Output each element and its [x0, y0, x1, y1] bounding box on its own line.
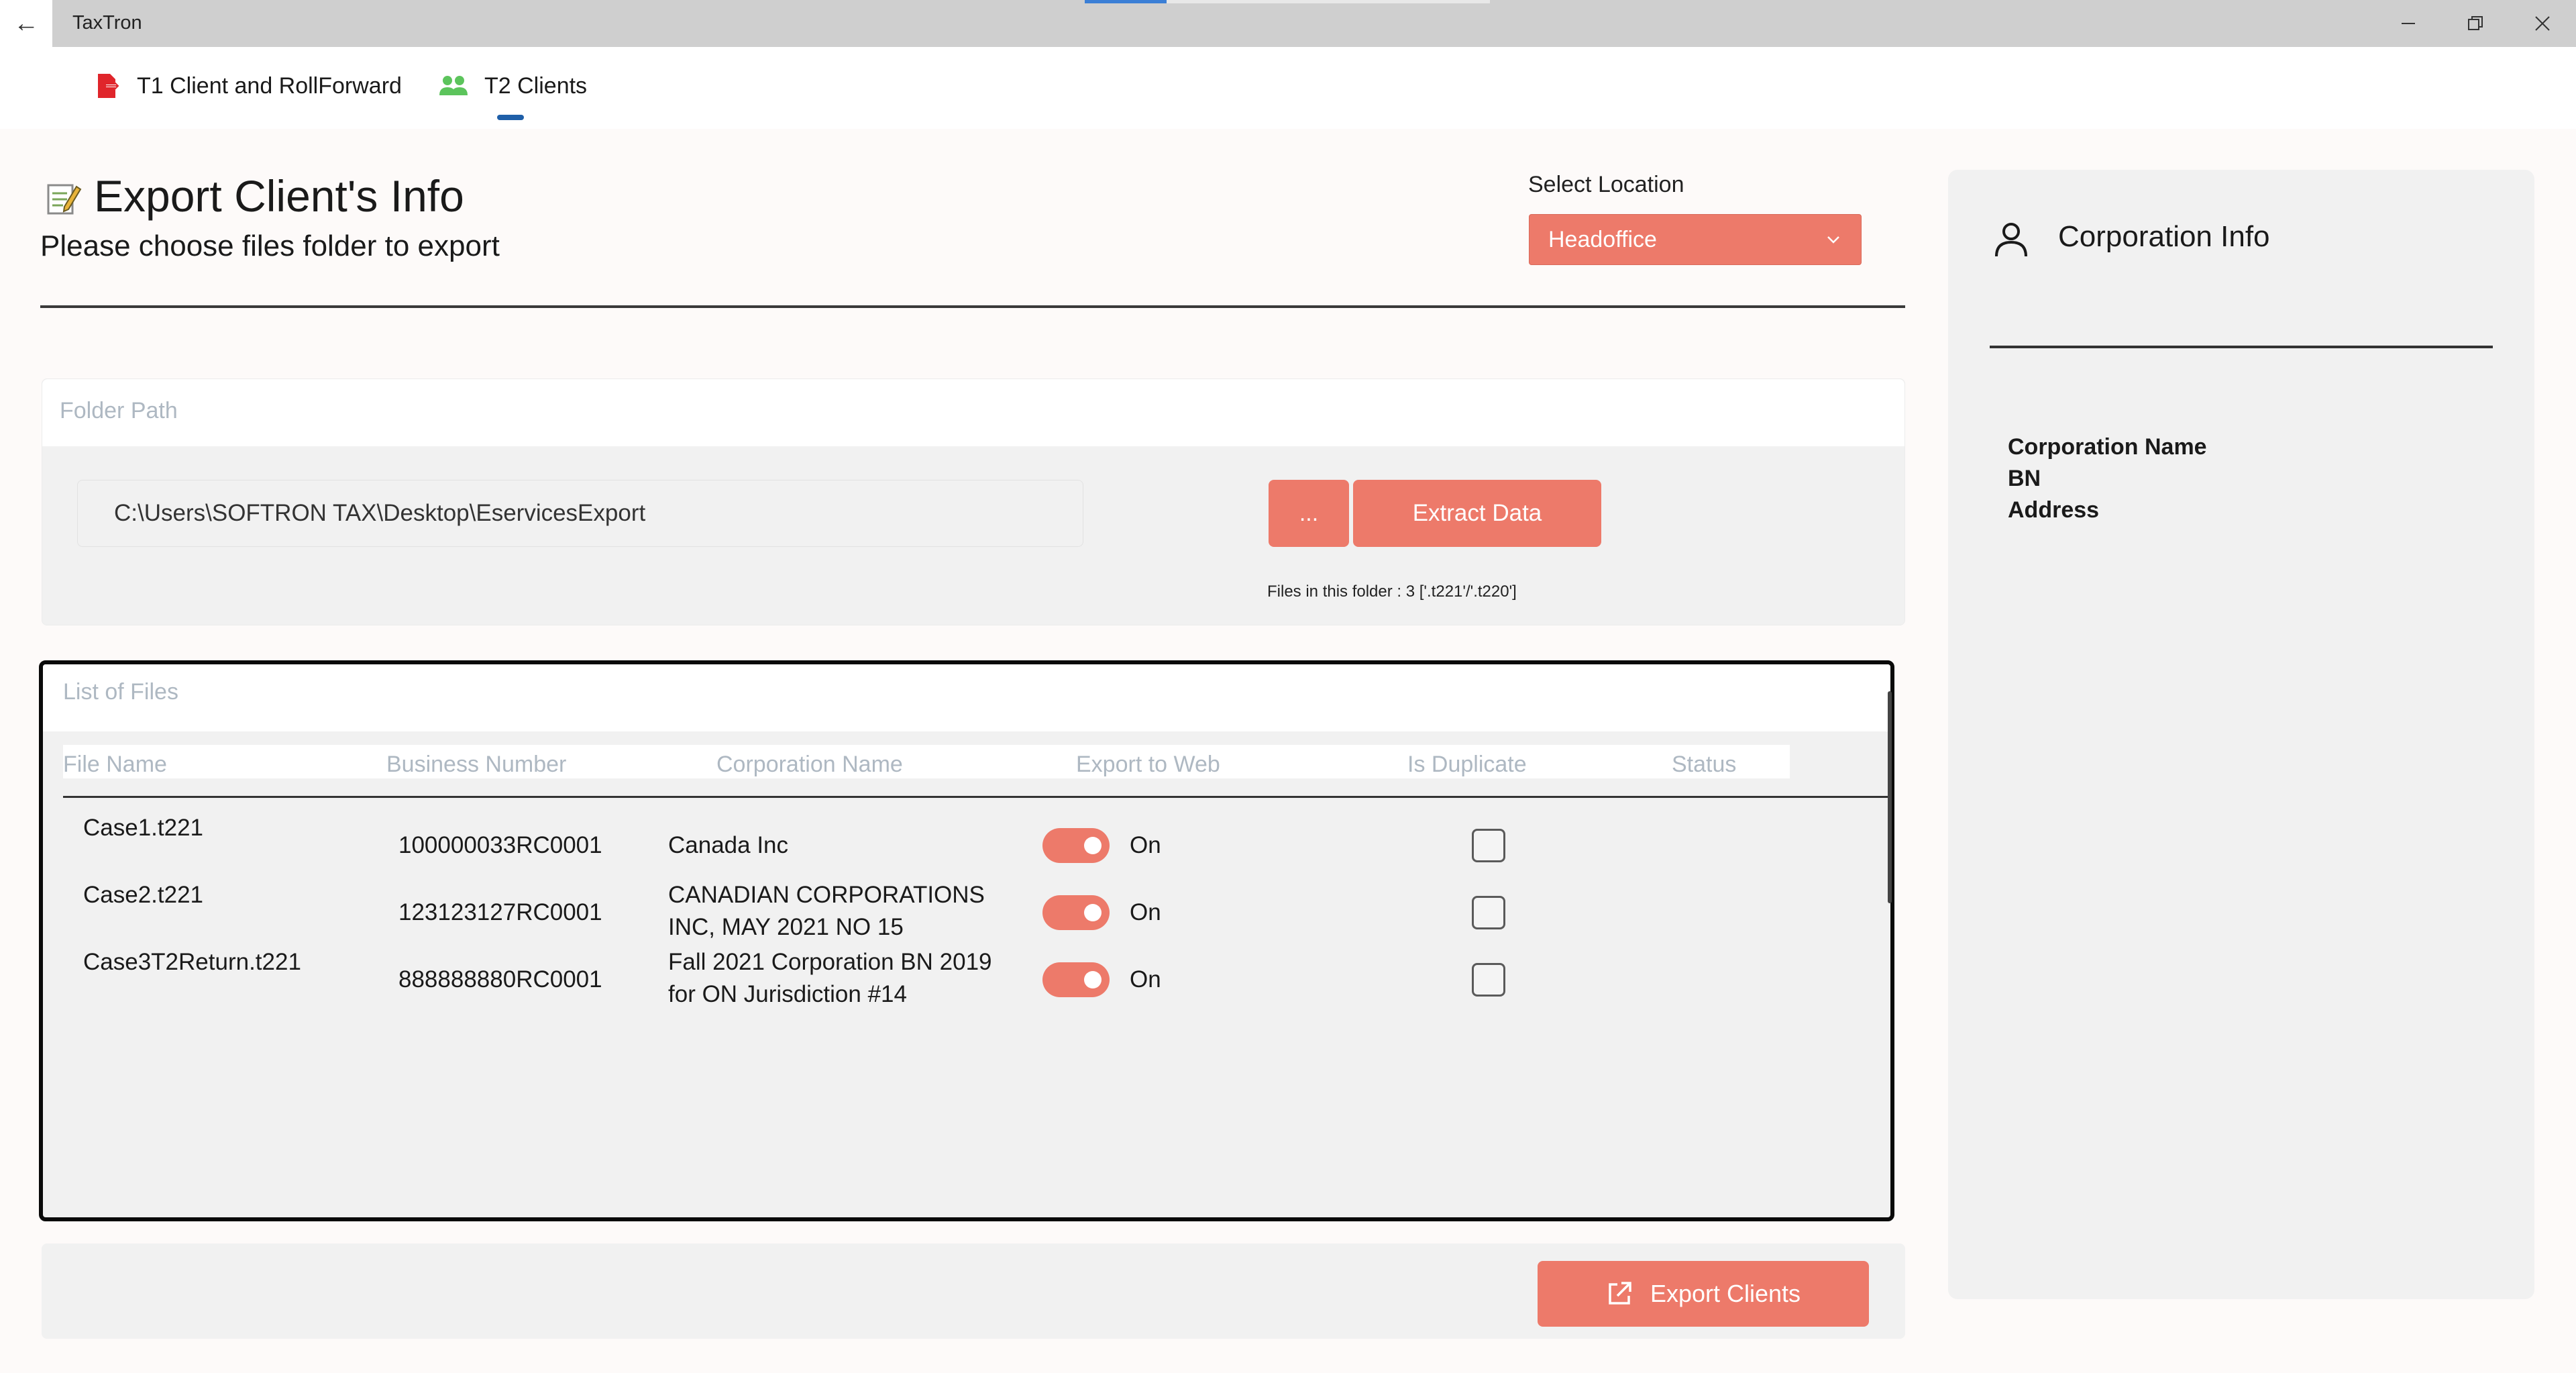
people-icon [439, 72, 468, 99]
corporation-info-panel [1948, 170, 2534, 1299]
corporation-info-title: Corporation Info [2058, 220, 2270, 253]
app-title: TaxTron [72, 12, 142, 34]
back-button[interactable]: ← [0, 0, 52, 47]
export-toggle[interactable] [1042, 962, 1110, 997]
toggle-knob [1084, 904, 1102, 921]
external-link-icon [1606, 1280, 1633, 1307]
file-name-cell: Case3T2Return.t221 [83, 949, 301, 975]
extract-data-button[interactable]: Extract Data [1353, 480, 1601, 547]
duplicate-checkbox[interactable] [1472, 896, 1505, 929]
person-icon [1992, 220, 2030, 258]
list-legend: List of Files [63, 679, 178, 705]
files-count-text: Files in this folder : 3 ['.t221'/'.t220… [1267, 582, 1517, 601]
column-header-file-name[interactable]: File Name [63, 752, 167, 778]
folder-path-legend: Folder Path [60, 398, 178, 423]
table-row[interactable]: Case3T2Return.t221 888888880RC0001 Fall … [43, 946, 1890, 1013]
table-header-divider [63, 796, 1888, 798]
export-file-icon [94, 72, 121, 99]
address-label: Address [2008, 497, 2100, 523]
column-header-corporation-name[interactable]: Corporation Name [716, 752, 903, 778]
business-number-cell: 100000033RC0001 [398, 832, 602, 858]
business-number-cell: 123123127RC0001 [398, 899, 602, 925]
duplicate-checkbox[interactable] [1472, 963, 1505, 997]
table-row[interactable]: Case1.t221 100000033RC0001 Canada Inc On [43, 812, 1890, 879]
table-header: File Name Business Number Corporation Na… [63, 745, 1790, 778]
file-name-cell: Case2.t221 [83, 882, 204, 908]
column-header-is-duplicate[interactable]: Is Duplicate [1407, 752, 1527, 778]
export-clients-label: Export Clients [1650, 1280, 1801, 1307]
list-scrollbar[interactable] [1888, 691, 1892, 903]
folder-path-card: Folder Path C:\Users\SOFTRON TAX\Desktop… [42, 378, 1905, 625]
minimize-icon [2402, 23, 2415, 24]
location-select[interactable]: Headoffice [1529, 214, 1862, 265]
file-name-cell: Case1.t221 [83, 815, 204, 841]
page-title: Export Client's Info [94, 171, 464, 221]
bn-label: BN [2008, 466, 2041, 491]
folder-card-header [42, 379, 1904, 446]
export-toggle-label: On [1130, 899, 1161, 925]
file-list-card: List of Files File Name Business Number … [39, 660, 1894, 1221]
corporation-name-cell: CANADIAN CORPORATIONS INC, MAY 2021 NO 1… [668, 879, 985, 944]
corporation-name-cell: Canada Inc [668, 829, 788, 862]
maximize-button[interactable] [2442, 0, 2509, 47]
corporation-name-line1: Canada Inc [668, 832, 789, 858]
edit-document-icon [46, 180, 82, 216]
tab-t2-clients[interactable]: T2 Clients [439, 72, 587, 99]
tab-t1-client[interactable]: T1 Client and RollForward [94, 72, 402, 99]
corporation-info-divider [1990, 346, 2493, 348]
export-toggle-label: On [1130, 832, 1161, 858]
close-button[interactable] [2509, 0, 2576, 47]
location-label: Select Location [1528, 172, 1684, 197]
close-icon [2535, 16, 2550, 31]
column-header-business-number[interactable]: Business Number [386, 752, 566, 778]
duplicate-checkbox[interactable] [1472, 829, 1505, 862]
nav-bar: T1 Client and RollForward T2 Clients [0, 47, 2576, 129]
title-bar-accent [1085, 0, 1167, 3]
toggle-knob [1084, 837, 1102, 854]
business-number-cell: 888888880RC0001 [398, 966, 602, 993]
export-toggle-label: On [1130, 966, 1161, 993]
toggle-knob [1084, 971, 1102, 988]
export-toggle[interactable] [1042, 895, 1110, 930]
restore-icon [2468, 16, 2483, 30]
title-bar-accent-track [1167, 0, 1490, 3]
column-header-export-to-web[interactable]: Export to Web [1076, 752, 1220, 778]
corporation-name-line1: Fall 2021 Corporation BN 2019 [668, 949, 992, 975]
corporation-name-line2: for ON Jurisdiction #14 [668, 981, 907, 1007]
folder-path-input[interactable]: C:\Users\SOFTRON TAX\Desktop\EservicesEx… [77, 480, 1083, 547]
minimize-button[interactable] [2375, 0, 2442, 47]
location-value: Headoffice [1548, 226, 1657, 252]
header-divider [40, 305, 1905, 308]
table-row[interactable]: Case2.t221 123123127RC0001 CANADIAN CORP… [43, 879, 1890, 946]
browse-button[interactable]: ... [1269, 480, 1349, 547]
export-clients-button[interactable]: Export Clients [1538, 1261, 1869, 1327]
corporation-name-line1: CANADIAN CORPORATIONS [668, 882, 985, 908]
list-card-header [43, 664, 1890, 731]
column-header-status[interactable]: Status [1672, 752, 1736, 778]
chevron-down-icon [1827, 236, 1839, 244]
page-subtitle: Please choose files folder to export [40, 230, 500, 262]
title-bar: ← TaxTron [0, 0, 2576, 47]
corporation-name-cell: Fall 2021 Corporation BN 2019 for ON Jur… [668, 946, 992, 1011]
corporation-name-line2: INC, MAY 2021 NO 15 [668, 914, 904, 940]
corporation-name-label: Corporation Name [2008, 434, 2207, 460]
tab-t2-label: T2 Clients [484, 72, 588, 99]
back-arrow-icon: ← [13, 9, 39, 38]
tab-selected-indicator [497, 115, 524, 120]
export-toggle[interactable] [1042, 828, 1110, 863]
tab-t1-label: T1 Client and RollForward [137, 72, 402, 99]
